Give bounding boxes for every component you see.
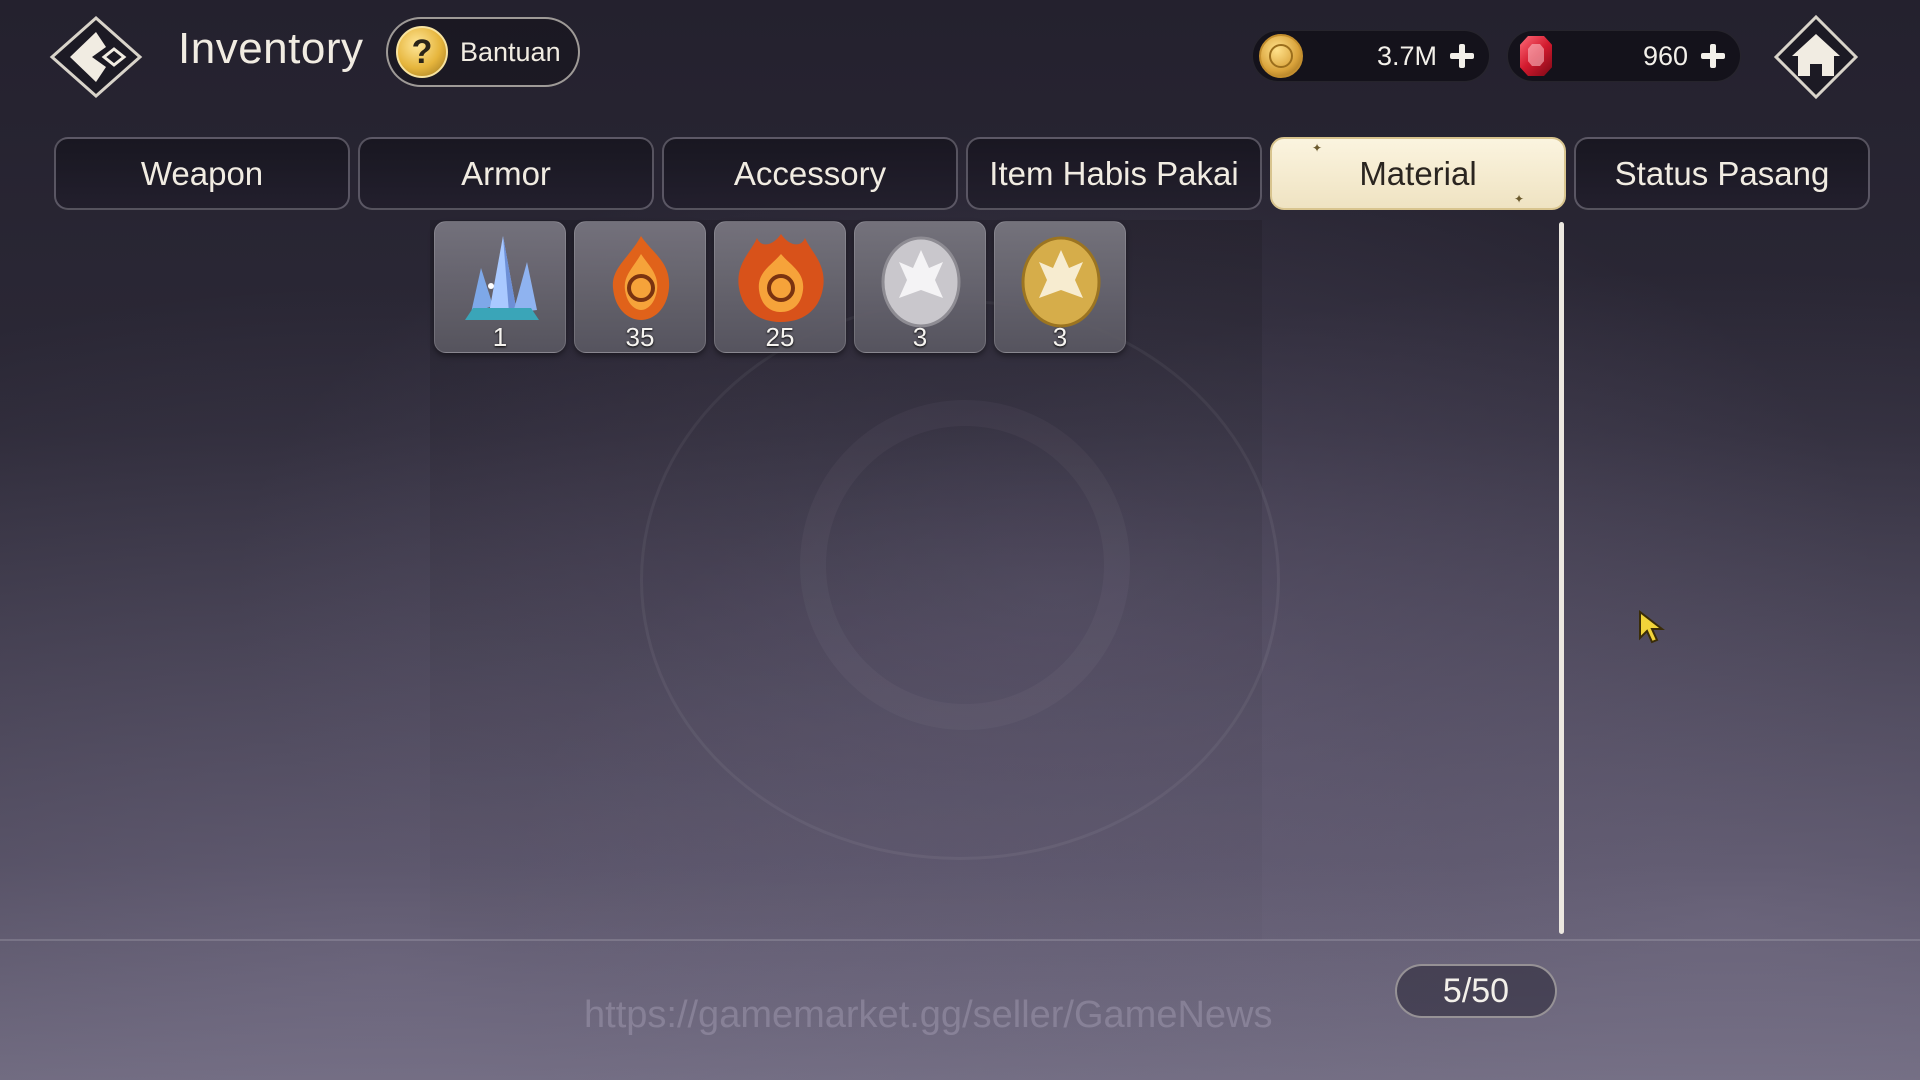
item-count: 3 [1052,322,1068,352]
item-slot-fire-orb[interactable]: 35 [574,221,706,353]
item-count: 3 [912,322,928,352]
item-slot-crystal[interactable]: 1 [434,221,566,353]
inventory-scrollbar[interactable] [1559,222,1564,934]
tab-weapon[interactable]: Weapon [54,137,350,210]
gold-amount: 3.7M [1376,40,1437,71]
tab-accessory[interactable]: Accessory [662,137,958,210]
blue-crystal-icon [465,236,539,320]
red-gem-icon [1514,34,1558,78]
add-gold-button[interactable] [1447,41,1477,71]
gold-egg-icon [1021,236,1101,328]
item-slot-silver-egg[interactable]: 3 [854,221,986,353]
page-title: Inventory [178,24,364,73]
add-gem-button[interactable] [1698,41,1728,71]
inventory-capacity: 5/50 [1395,964,1557,1018]
item-count: 35 [625,322,655,352]
tab-equip-status[interactable]: Status Pasang [1574,137,1870,210]
back-arrow-icon [49,15,143,99]
mouse-cursor-icon [1639,610,1665,644]
item-slot-large-fire-orb[interactable]: 25 [714,221,846,353]
help-button-label: Bantuan [460,36,561,67]
home-icon [1773,14,1859,100]
gold-currency-display: 3.7M [1252,30,1490,82]
fire-orb-icon [612,236,670,320]
gem-amount: 960 [1642,40,1688,71]
home-button[interactable] [1770,12,1862,102]
watermark: https://gamemarket.gg/seller/GameNews [584,994,1273,1036]
question-mark-icon: ? [396,26,448,78]
gem-currency-display: 960 [1507,30,1741,82]
large-fire-orb-icon [738,234,824,322]
tab-armor[interactable]: Armor [358,137,654,210]
gold-coin-icon [1259,34,1303,78]
item-count: 1 [492,322,508,352]
silver-egg-icon [881,236,961,328]
footer-divider [0,939,1920,941]
back-button[interactable] [44,12,148,102]
tab-material[interactable]: Material [1270,137,1566,210]
help-button[interactable]: ? Bantuan [386,17,580,87]
tab-consumables[interactable]: Item Habis Pakai [966,137,1262,210]
item-slot-gold-egg[interactable]: 3 [994,221,1126,353]
item-count: 25 [765,322,795,352]
